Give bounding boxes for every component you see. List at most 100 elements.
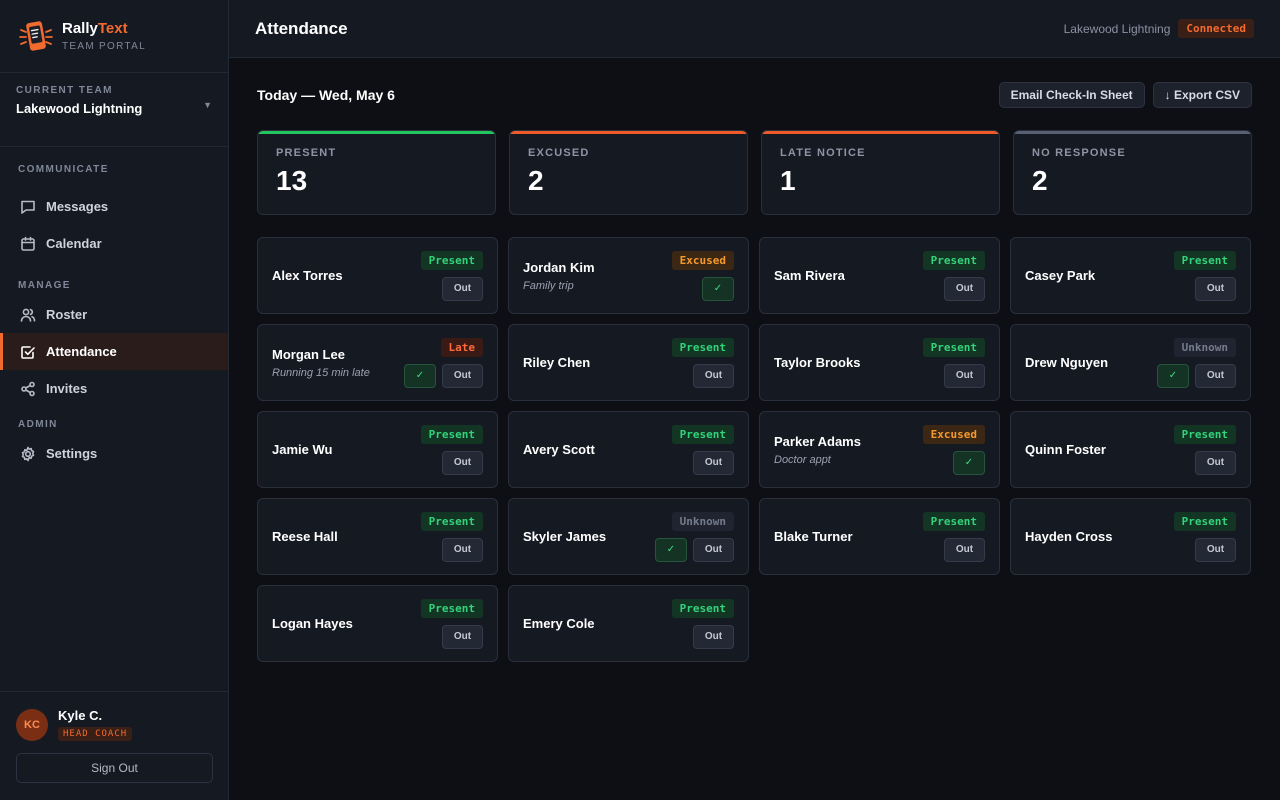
nav-section-label: ADMIN <box>18 419 58 430</box>
status-badge: Unknown <box>1173 337 1236 357</box>
role-badge: HEAD COACH <box>58 727 133 741</box>
player-controls: Present Out <box>420 250 483 301</box>
mark-present-button[interactable]: ✓ <box>404 363 436 388</box>
status-badge: Present <box>922 250 985 270</box>
player-info: Casey Park <box>1025 268 1095 283</box>
main: Attendance Lakewood Lightning Connected … <box>229 0 1280 800</box>
sidebar-item-settings[interactable]: Settings <box>0 435 228 472</box>
sidebar-item-label: Calendar <box>46 236 102 251</box>
player-card: Avery Scott Present Out <box>508 411 749 488</box>
player-name: Skyler James <box>523 529 607 544</box>
player-card: Morgan Lee Running 15 min late Late ✓ Out <box>257 324 498 401</box>
mark-out-button[interactable]: Out <box>1195 537 1236 562</box>
status-badge: Present <box>420 424 483 444</box>
status-badge: Present <box>671 337 734 357</box>
nav-section-label: MANAGE <box>18 280 71 291</box>
player-name: Jordan Kim <box>523 259 595 275</box>
player-controls: Present Out <box>922 511 985 562</box>
mark-present-button[interactable]: ✓ <box>655 537 687 562</box>
player-card: Jamie Wu Present Out <box>257 411 498 488</box>
sidebar-item-roster[interactable]: Roster <box>0 296 228 333</box>
player-info: Reese Hall <box>272 529 338 544</box>
button-row: Out <box>436 276 483 301</box>
mark-out-button[interactable]: Out <box>442 537 483 562</box>
player-name: Logan Hayes <box>272 616 353 631</box>
sidebar-item-calendar[interactable]: Calendar <box>0 225 228 262</box>
player-controls: Present Out <box>420 598 483 649</box>
sidebar-item-label: Settings <box>46 446 98 461</box>
status-badge: Present <box>671 598 734 618</box>
status-badge: Excused <box>922 424 985 444</box>
mark-out-button[interactable]: Out <box>944 276 985 301</box>
mark-present-button[interactable]: ✓ <box>702 276 734 301</box>
player-card: Sam Rivera Present Out <box>759 237 1000 314</box>
team-picker[interactable]: CURRENT TEAM Lakewood Lightning ▼ <box>0 73 228 147</box>
status-badge: Present <box>922 511 985 531</box>
mark-out-button[interactable]: Out <box>944 363 985 388</box>
player-card: Hayden Cross Present Out <box>1010 498 1251 575</box>
email-check-in-sheet-button[interactable]: Email Check-In Sheet <box>998 82 1145 108</box>
player-info: Taylor Brooks <box>774 355 860 370</box>
player-card: Reese Hall Present Out <box>257 498 498 575</box>
mark-out-button[interactable]: Out <box>1195 450 1236 475</box>
player-controls: Late ✓ Out <box>398 337 483 388</box>
status-badge: Present <box>1173 424 1236 444</box>
player-controls: Present Out <box>420 511 483 562</box>
sidebar-item-attendance[interactable]: Attendance <box>0 333 228 370</box>
mark-out-button[interactable]: Out <box>944 537 985 562</box>
calendar-icon <box>21 236 35 251</box>
button-row: ✓ <box>696 276 734 301</box>
status-badge: Present <box>420 250 483 270</box>
stat-label: NO RESPONSE <box>1032 147 1126 159</box>
brand-subtitle: TEAM PORTAL <box>62 41 146 52</box>
player-name: Morgan Lee <box>272 346 345 362</box>
brand-name-accent: Text <box>97 20 128 37</box>
player-card: Quinn Foster Present Out <box>1010 411 1251 488</box>
sign-out-button[interactable]: Sign Out <box>16 753 213 783</box>
player-info: Drew Nguyen <box>1025 355 1108 370</box>
export-csv-button[interactable]: ↓ Export CSV <box>1152 82 1252 108</box>
status-badge: Present <box>922 337 985 357</box>
mark-out-button[interactable]: Out <box>442 450 483 475</box>
page-title: Attendance <box>255 18 348 38</box>
brand-name: RallyText <box>62 20 146 37</box>
button-row: Out <box>687 363 734 388</box>
player-note: Family trip <box>523 279 574 292</box>
actions: Email Check-In Sheet ↓ Export CSV <box>991 82 1252 108</box>
player-name: Reese Hall <box>272 529 338 544</box>
player-controls: Unknown ✓ Out <box>649 511 734 562</box>
player-info: Parker Adams Doctor appt <box>774 434 861 466</box>
player-info: Riley Chen <box>523 355 590 370</box>
mark-out-button[interactable]: Out <box>693 363 734 388</box>
mark-out-button[interactable]: Out <box>442 363 483 388</box>
player-controls: Present Out <box>922 250 985 301</box>
gear-icon <box>21 446 35 461</box>
player-info: Avery Scott <box>523 442 595 457</box>
mark-out-button[interactable]: Out <box>1195 276 1236 301</box>
mark-out-button[interactable]: Out <box>442 276 483 301</box>
sidebar-item-messages[interactable]: Messages <box>0 188 228 225</box>
mark-out-button[interactable]: Out <box>693 624 734 649</box>
status-badge: Present <box>1173 511 1236 531</box>
sidebar-item-label: Messages <box>46 199 109 214</box>
status-badge: Excused <box>671 250 734 270</box>
player-name: Emery Cole <box>523 616 595 631</box>
sidebar-item-invites[interactable]: Invites <box>0 370 228 407</box>
mark-present-button[interactable]: ✓ <box>1157 363 1189 388</box>
player-name: Avery Scott <box>523 442 595 457</box>
mark-out-button[interactable]: Out <box>442 624 483 649</box>
player-info: Morgan Lee Running 15 min late <box>272 347 370 379</box>
mark-out-button[interactable]: Out <box>693 537 734 562</box>
player-card: Drew Nguyen Unknown ✓ Out <box>1010 324 1251 401</box>
sidebar-item-label: Roster <box>46 307 88 322</box>
player-controls: Present Out <box>1173 250 1236 301</box>
button-row: Out <box>436 537 483 562</box>
player-card: Emery Cole Present Out <box>508 585 749 662</box>
mark-out-button[interactable]: Out <box>693 450 734 475</box>
player-name: Drew Nguyen <box>1025 355 1109 370</box>
player-card: Alex Torres Present Out <box>257 237 498 314</box>
player-card: Parker Adams Doctor appt Excused ✓ <box>759 411 1000 488</box>
mark-out-button[interactable]: Out <box>1195 363 1236 388</box>
mark-present-button[interactable]: ✓ <box>953 450 985 475</box>
button-row: Out <box>687 450 734 475</box>
